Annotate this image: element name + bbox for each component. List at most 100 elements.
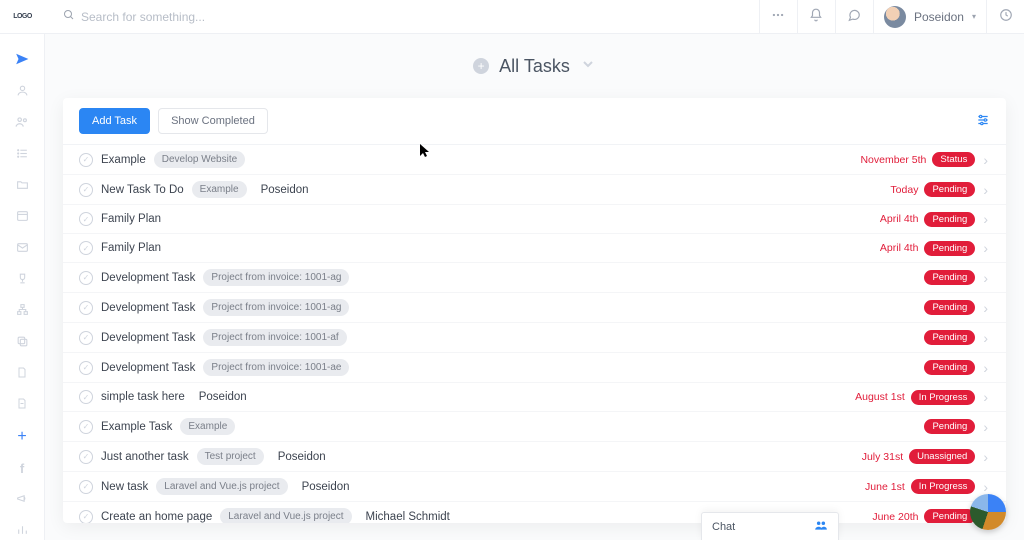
sidebar-item-mail[interactable] (7, 240, 37, 257)
status-badge[interactable]: Status (932, 152, 975, 167)
support-avatar-button[interactable] (970, 494, 1006, 530)
sidebar-item-users[interactable] (7, 115, 37, 132)
project-pill[interactable]: Test project (197, 448, 264, 465)
sidebar-item-send[interactable] (7, 52, 37, 69)
chevron-right-icon[interactable]: › (981, 360, 990, 376)
complete-checkbox[interactable]: ✓ (79, 390, 93, 404)
status-badge[interactable]: Pending (924, 509, 975, 523)
status-badge[interactable]: Unassigned (909, 449, 975, 464)
sidebar-item-facebook[interactable]: f (7, 460, 37, 477)
task-row[interactable]: ✓Create an home pageLaravel and Vue.js p… (63, 502, 1006, 523)
task-row[interactable]: ✓Just another taskTest projectPoseidonJu… (63, 442, 1006, 472)
chevron-right-icon[interactable]: › (981, 419, 990, 435)
due-label: August 1st (855, 391, 905, 403)
due-label: Today (890, 184, 918, 196)
notifications-button[interactable] (797, 0, 835, 33)
chevron-right-icon[interactable]: › (981, 479, 990, 495)
status-badge[interactable]: Pending (924, 270, 975, 285)
task-row[interactable]: ✓ExampleDevelop WebsiteNovember 5thStatu… (63, 145, 1006, 175)
plus-circle-icon[interactable]: + (473, 58, 489, 74)
project-pill[interactable]: Example (192, 181, 247, 198)
sidebar-item-doc[interactable] (7, 365, 37, 382)
sidebar-item-chart[interactable] (7, 523, 37, 540)
chevron-right-icon[interactable]: › (981, 330, 990, 346)
project-pill[interactable]: Project from invoice: 1001-ag (203, 269, 349, 286)
chevron-right-icon[interactable]: › (981, 152, 990, 168)
complete-checkbox[interactable]: ✓ (79, 480, 93, 494)
chevron-right-icon[interactable]: › (981, 211, 990, 227)
activity-button[interactable] (986, 0, 1024, 33)
task-row[interactable]: ✓ Development Task Project from invoice: 1… (63, 263, 1006, 293)
complete-checkbox[interactable]: ✓ (79, 241, 93, 255)
ellipsis-icon (771, 8, 785, 25)
due-label: April 4th (880, 242, 919, 254)
sidebar-item-user[interactable] (7, 83, 37, 100)
complete-checkbox[interactable]: ✓ (79, 271, 93, 285)
complete-checkbox[interactable]: ✓ (79, 361, 93, 375)
project-pill[interactable]: Laravel and Vue.js project (156, 478, 287, 495)
sidebar-item-network[interactable] (7, 303, 37, 320)
task-row[interactable]: ✓Development TaskProject from invoice: 1… (63, 353, 1006, 383)
status-badge[interactable]: Pending (924, 300, 975, 315)
sidebar-item-doc2[interactable] (7, 397, 37, 414)
chevron-right-icon[interactable]: › (981, 449, 990, 465)
task-title: New Task To Do (101, 184, 184, 196)
chevron-right-icon[interactable]: › (981, 240, 990, 256)
task-row[interactable]: ✓Development TaskProject from invoice: 1… (63, 323, 1006, 353)
status-badge[interactable]: Pending (924, 360, 975, 375)
task-row[interactable]: ✓Development TaskProject from invoice: 1… (63, 293, 1006, 323)
project-pill[interactable]: Project from invoice: 1001-ae (203, 359, 349, 376)
more-button[interactable] (759, 0, 797, 33)
chevron-down-icon[interactable] (580, 56, 596, 77)
chevron-right-icon[interactable]: › (981, 270, 990, 286)
chat-dock[interactable]: Chat (701, 512, 839, 540)
complete-checkbox[interactable]: ✓ (79, 301, 93, 315)
project-pill[interactable]: Example (180, 418, 235, 435)
complete-checkbox[interactable]: ✓ (79, 510, 93, 524)
project-pill[interactable]: Project from invoice: 1001-af (203, 329, 346, 346)
chat-dock-label: Chat (712, 521, 735, 533)
sidebar-item-announce[interactable] (7, 491, 37, 508)
global-search[interactable] (45, 9, 759, 24)
status-badge[interactable]: Pending (924, 212, 975, 227)
complete-checkbox[interactable]: ✓ (79, 331, 93, 345)
task-list[interactable]: ✓ExampleDevelop WebsiteNovember 5thStatu… (63, 145, 1006, 523)
task-row[interactable]: ✓New Task To DoExamplePoseidonTodayPendi… (63, 175, 1006, 205)
user-menu[interactable]: Poseidon ▾ (873, 0, 986, 33)
task-row[interactable]: ✓New taskLaravel and Vue.js projectPosei… (63, 472, 1006, 502)
status-badge[interactable]: Pending (924, 330, 975, 345)
sidebar-item-calendar[interactable] (7, 209, 37, 226)
task-row[interactable]: ✓simple task herePoseidonAugust 1stIn Pr… (63, 383, 1006, 412)
status-badge[interactable]: Pending (924, 419, 975, 434)
complete-checkbox[interactable]: ✓ (79, 183, 93, 197)
sidebar-item-list[interactable] (7, 146, 37, 163)
task-title: simple task here (101, 391, 185, 403)
task-row[interactable]: ✓Family PlanApril 4thPending› (63, 234, 1006, 263)
status-badge[interactable]: Pending (924, 241, 975, 256)
status-badge[interactable]: In Progress (911, 479, 976, 494)
status-badge[interactable]: In Progress (911, 390, 976, 405)
complete-checkbox[interactable]: ✓ (79, 420, 93, 434)
project-pill[interactable]: Project from invoice: 1001-ag (203, 299, 349, 316)
project-pill[interactable]: Develop Website (154, 151, 245, 168)
chevron-right-icon[interactable]: › (981, 182, 990, 198)
complete-checkbox[interactable]: ✓ (79, 212, 93, 226)
add-task-button[interactable]: Add Task (79, 108, 150, 134)
task-title: Development Task (101, 272, 195, 284)
task-row[interactable]: ✓Family PlanApril 4thPending› (63, 205, 1006, 234)
filter-button[interactable] (976, 113, 990, 130)
show-completed-button[interactable]: Show Completed (158, 108, 268, 134)
status-badge[interactable]: Pending (924, 182, 975, 197)
project-pill[interactable]: Laravel and Vue.js project (220, 508, 351, 523)
chevron-right-icon[interactable]: › (981, 300, 990, 316)
task-row[interactable]: ✓Example TaskExamplePending› (63, 412, 1006, 442)
chevron-right-icon[interactable]: › (981, 389, 990, 405)
sidebar-item-copy[interactable] (7, 334, 37, 351)
complete-checkbox[interactable]: ✓ (79, 153, 93, 167)
sidebar-add[interactable]: + (7, 428, 37, 446)
complete-checkbox[interactable]: ✓ (79, 450, 93, 464)
sidebar-item-folder[interactable] (7, 177, 37, 194)
sidebar-item-trophy[interactable] (7, 271, 37, 288)
search-input[interactable] (81, 10, 341, 24)
messages-button[interactable] (835, 0, 873, 33)
